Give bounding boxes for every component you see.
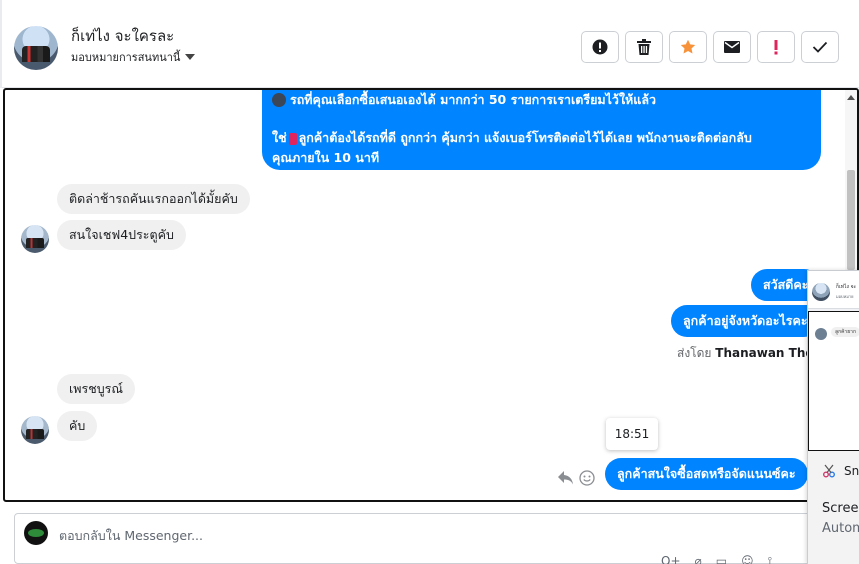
outgoing-message-bubble[interactable]: รถที่คุณเลือกซื้อเสนอเองได้ มากกว่า 50 ร… xyxy=(262,90,821,170)
assign-conversation-dropdown[interactable]: มอบหมายการสนทนานี้ xyxy=(71,48,196,66)
scissors-icon xyxy=(823,464,835,478)
reply-input[interactable]: ตอบกลับใน Messenger... xyxy=(59,526,203,546)
incoming-message-bubble[interactable]: ติดล่าช้ารถคันแรกออกได้มั้ยคับ xyxy=(57,184,250,214)
sent-by-label: ส่งโดย Thanawan Thon xyxy=(677,344,822,363)
reply-composer[interactable]: ตอบกลับใน Messenger... Q+ ⌀ ▭ ☺ ⟟ xyxy=(14,513,859,564)
preview-message: ลูกค้ายาก xyxy=(831,327,859,337)
incoming-message-bubble[interactable]: เพรชบูรณ์ xyxy=(57,374,135,404)
reply-icon[interactable] xyxy=(558,471,574,485)
composer-toolbar: Q+ ⌀ ▭ ☺ ⟟ xyxy=(661,554,772,564)
incoming-message-bubble[interactable]: คับ xyxy=(57,411,98,441)
more-icon[interactable]: ⟟ xyxy=(768,554,772,564)
header-actions xyxy=(581,31,839,63)
spam-button[interactable] xyxy=(581,31,619,63)
preview-sub: มอบหมาย xyxy=(836,294,854,299)
message-line: คุณภายใน 10 นาที xyxy=(272,150,380,165)
star-button[interactable] xyxy=(669,31,707,63)
contact-avatar[interactable] xyxy=(21,225,49,253)
assign-label: มอบหมายการสนทนานี้ xyxy=(71,51,181,64)
emoji-icon[interactable]: ☺ xyxy=(741,554,754,564)
message-text: ใช่ xyxy=(272,130,287,145)
contact-avatar[interactable] xyxy=(21,416,49,444)
preview-avatar-small xyxy=(815,328,827,340)
mark-unread-button[interactable] xyxy=(713,31,751,63)
emoji-reaction-icon[interactable] xyxy=(579,470,595,486)
trash-icon xyxy=(637,39,651,55)
timestamp-tooltip: 18:51 xyxy=(606,418,658,450)
message-line: รถที่คุณเลือกซื้อเสนอเองได้ มากกว่า 50 ร… xyxy=(272,90,811,110)
star-icon xyxy=(680,39,696,54)
page-avatar-icon xyxy=(272,93,286,107)
contact-name[interactable]: ก็เท่ไง จะใครละ xyxy=(71,24,174,48)
preview-chat: ลูกค้ายาก xyxy=(808,311,859,451)
envelope-icon xyxy=(724,41,740,53)
chat-thread[interactable]: รถที่คุณเลือกซื้อเสนอเองได้ มากกว่า 50 ร… xyxy=(3,88,859,502)
preview-avatar xyxy=(812,283,830,301)
attach-icon[interactable]: ⌀ xyxy=(695,554,702,564)
notification-body: Autom xyxy=(822,521,859,536)
scroll-up-arrow-icon[interactable] xyxy=(847,95,855,100)
sent-by-prefix: ส่งโดย xyxy=(677,346,712,360)
exclamation-icon xyxy=(774,40,778,55)
page-avatar xyxy=(24,521,48,545)
snipping-preview-window[interactable]: ก็เท่ไง จะ มอบหมาย ลูกค้ายาก Sn Screen A… xyxy=(807,270,859,564)
gif-icon[interactable]: ▭ xyxy=(716,554,727,564)
incoming-message-bubble[interactable]: สนใจเชฟ4ประตูคับ xyxy=(57,220,186,250)
message-line: ใช่ ลูกค้าต้องได้รถที่ดี ถูกกว่า คุ้มกว่า… xyxy=(272,128,811,148)
snip-label: Sn xyxy=(844,464,859,478)
saved-reply-icon[interactable]: Q+ xyxy=(661,554,681,564)
notification-title: Screen xyxy=(822,501,859,516)
outgoing-message-bubble[interactable]: ลูกค้าอยู่จังหวัดอะไรคะ xyxy=(671,305,820,337)
contact-avatar[interactable] xyxy=(14,26,58,70)
snip-notification[interactable]: Sn xyxy=(822,464,859,478)
pin-emoji-icon xyxy=(288,132,297,145)
message-text: ลูกค้าต้องได้รถที่ดี ถูกกว่า คุ้มกว่า แจ… xyxy=(298,130,752,145)
scroll-thumb[interactable] xyxy=(847,170,855,270)
caret-down-icon xyxy=(185,54,196,60)
conversation-header: ก็เท่ไง จะใครละ มอบหมายการสนทนานี้ xyxy=(0,0,859,88)
check-icon xyxy=(812,41,828,53)
left-divider xyxy=(0,0,2,88)
preview-name: ก็เท่ไง จะ xyxy=(836,284,857,290)
mark-done-button[interactable] xyxy=(801,31,839,63)
follow-up-button[interactable] xyxy=(757,31,795,63)
message-text: รถที่คุณเลือกซื้อเสนอเองได้ มากกว่า 50 ร… xyxy=(290,92,657,107)
alert-circle-icon xyxy=(592,39,608,55)
delete-button[interactable] xyxy=(625,31,663,63)
outgoing-message-bubble[interactable]: ลูกค้าสนใจซื้อสดหรือจัดแนนซ์คะ xyxy=(605,458,808,490)
preview-header: ก็เท่ไง จะ มอบหมาย xyxy=(808,271,859,309)
